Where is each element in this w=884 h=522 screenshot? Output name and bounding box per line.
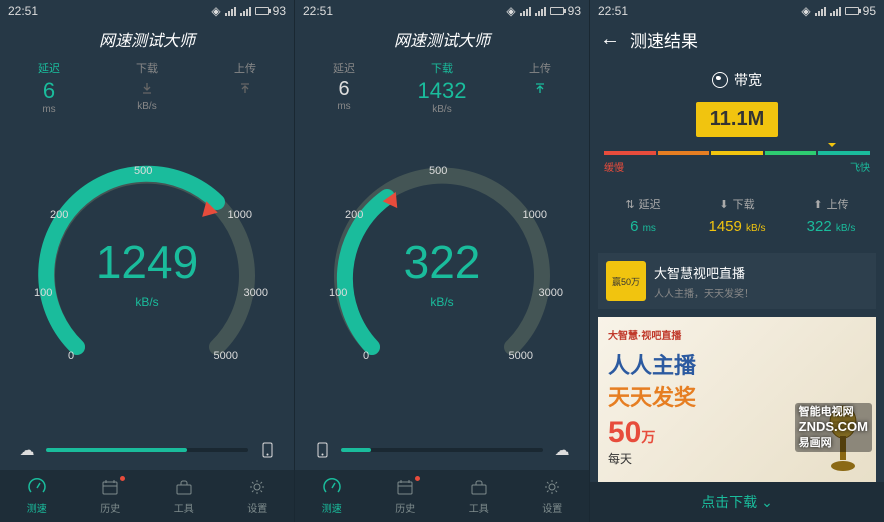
battery-icon xyxy=(550,7,564,15)
notification-dot xyxy=(415,476,420,481)
status-time: 22:51 xyxy=(8,4,38,18)
progress-row: ☁ xyxy=(295,430,589,470)
battery-pct: 95 xyxy=(863,4,876,18)
battery-pct: 93 xyxy=(568,4,581,18)
wifi-icon: ◈ xyxy=(211,4,220,18)
nav-settings[interactable]: 设置 xyxy=(221,470,295,522)
signal-icon xyxy=(815,6,826,16)
ad-title: 大智慧视吧直播 xyxy=(654,263,754,282)
ad-thumbnail: 赢50万 xyxy=(606,261,646,301)
gauge-container: 0 100 200 500 1000 3000 5000 1249 kB/s xyxy=(0,114,294,430)
download-icon: ⬇ xyxy=(719,198,728,211)
download-icon xyxy=(140,81,154,95)
page-header: ← 测速结果 xyxy=(590,22,884,56)
upload-icon xyxy=(238,81,252,95)
nav-tools[interactable]: 工具 xyxy=(442,470,516,522)
gauge-value: 322 xyxy=(404,235,481,289)
speed-scale xyxy=(604,151,870,155)
gauge-value: 1249 xyxy=(96,235,198,289)
page-title: 测速结果 xyxy=(630,27,698,52)
chevron-down-icon: ⌄ xyxy=(761,494,773,511)
bottom-nav: 测速 历史 工具 设置 xyxy=(295,470,589,522)
signal-icon-2 xyxy=(830,6,841,16)
bandwidth-badge: 11.1M xyxy=(696,102,779,137)
result-stats: ⇅延迟 6 ms ⬇下载 1459 kB/s ⬆上传 322 kB/s xyxy=(590,184,884,249)
status-bar: 22:51 ◈ 93 xyxy=(295,0,589,22)
nav-speedtest[interactable]: 测速 xyxy=(0,470,74,522)
stats-row: 延迟 6 ms 下载 kB/s 上传 xyxy=(0,56,294,114)
speed-gauge: 0 100 200 500 1000 3000 5000 322 kB/s xyxy=(317,147,567,397)
speed-gauge: 0 100 200 500 1000 3000 5000 1249 kB/s xyxy=(22,147,272,397)
status-time: 22:51 xyxy=(598,4,628,18)
download-button[interactable]: 点击下载⌄ xyxy=(590,482,884,522)
upload-icon xyxy=(533,81,547,95)
nav-history[interactable]: 历史 xyxy=(369,470,443,522)
phone-screen-3: 22:51 ◈ 95 ← 测速结果 带宽 11.1M 缓慢飞快 ⇅延迟 6 ms… xyxy=(590,0,884,522)
stat-upload: 上传 xyxy=(196,56,294,114)
result-latency: ⇅延迟 6 ms xyxy=(596,196,690,235)
signal-icon xyxy=(520,6,531,16)
swap-icon: ⇅ xyxy=(625,198,634,211)
status-icons: ◈ 93 xyxy=(506,4,581,18)
bandwidth-section: 带宽 11.1M 缓慢飞快 xyxy=(590,56,884,184)
watermark: 智能电视网 ZNDS.COM 易画网 xyxy=(795,403,872,452)
stat-upload: 上传 xyxy=(491,56,589,114)
app-title: 网速测试大师 xyxy=(0,22,294,56)
bottom-nav: 测速 历史 工具 设置 xyxy=(0,470,294,522)
gauge-container: 0 100 200 500 1000 3000 5000 322 kB/s xyxy=(295,114,589,430)
status-bar: 22:51 ◈ 93 xyxy=(0,0,294,22)
progress-bar xyxy=(341,448,543,452)
nav-history[interactable]: 历史 xyxy=(74,470,148,522)
wifi-icon: ◈ xyxy=(801,4,810,18)
status-icons: ◈ 93 xyxy=(211,4,286,18)
gauge-unit: kB/s xyxy=(430,295,453,309)
signal-icon-2 xyxy=(240,6,251,16)
cloud-icon: ☁ xyxy=(553,443,571,457)
stat-latency: 延迟 6 ms xyxy=(295,56,393,114)
battery-icon xyxy=(255,7,269,15)
progress-row: ☁ xyxy=(0,430,294,470)
phone-screen-1: 22:51 ◈ 93 网速测试大师 延迟 6 ms 下载 kB/s 上传 xyxy=(0,0,294,522)
nav-settings[interactable]: 设置 xyxy=(516,470,590,522)
status-icons: ◈ 95 xyxy=(801,4,876,18)
battery-icon xyxy=(845,7,859,15)
stat-download: 下载 kB/s xyxy=(98,56,196,114)
globe-icon xyxy=(712,72,728,88)
wifi-icon: ◈ xyxy=(506,4,515,18)
back-button[interactable]: ← xyxy=(600,29,620,49)
status-bar: 22:51 ◈ 95 xyxy=(590,0,884,22)
phone-icon xyxy=(258,443,276,457)
progress-bar xyxy=(46,448,248,452)
ad-desc: 人人主播，天天发奖！ xyxy=(654,285,754,300)
cloud-icon: ☁ xyxy=(18,443,36,457)
phone-screen-2: 22:51 ◈ 93 网速测试大师 延迟 6 ms 下载 1432 kB/s 上… xyxy=(295,0,589,522)
stat-download: 下载 1432 kB/s xyxy=(393,56,491,114)
phone-icon xyxy=(313,443,331,457)
app-title: 网速测试大师 xyxy=(295,22,589,56)
nav-tools[interactable]: 工具 xyxy=(147,470,221,522)
status-time: 22:51 xyxy=(303,4,333,18)
gauge-unit: kB/s xyxy=(135,295,158,309)
nav-speedtest[interactable]: 测速 xyxy=(295,470,369,522)
ad-banner[interactable]: 大智慧·视吧直播 人人主播 天天发奖 50万 每天 智能电视网 ZNDS.COM… xyxy=(598,317,876,482)
battery-pct: 93 xyxy=(273,4,286,18)
signal-icon-2 xyxy=(535,6,546,16)
result-upload: ⬆上传 322 kB/s xyxy=(784,196,878,235)
notification-dot xyxy=(120,476,125,481)
upload-icon: ⬆ xyxy=(813,198,822,211)
result-download: ⬇下载 1459 kB/s xyxy=(690,196,784,235)
stat-latency: 延迟 6 ms xyxy=(0,56,98,114)
signal-icon xyxy=(225,6,236,16)
ad-list-item[interactable]: 赢50万 大智慧视吧直播 人人主播，天天发奖！ xyxy=(598,253,876,309)
stats-row: 延迟 6 ms 下载 1432 kB/s 上传 xyxy=(295,56,589,114)
ad-logo: 大智慧·视吧直播 xyxy=(608,327,866,342)
